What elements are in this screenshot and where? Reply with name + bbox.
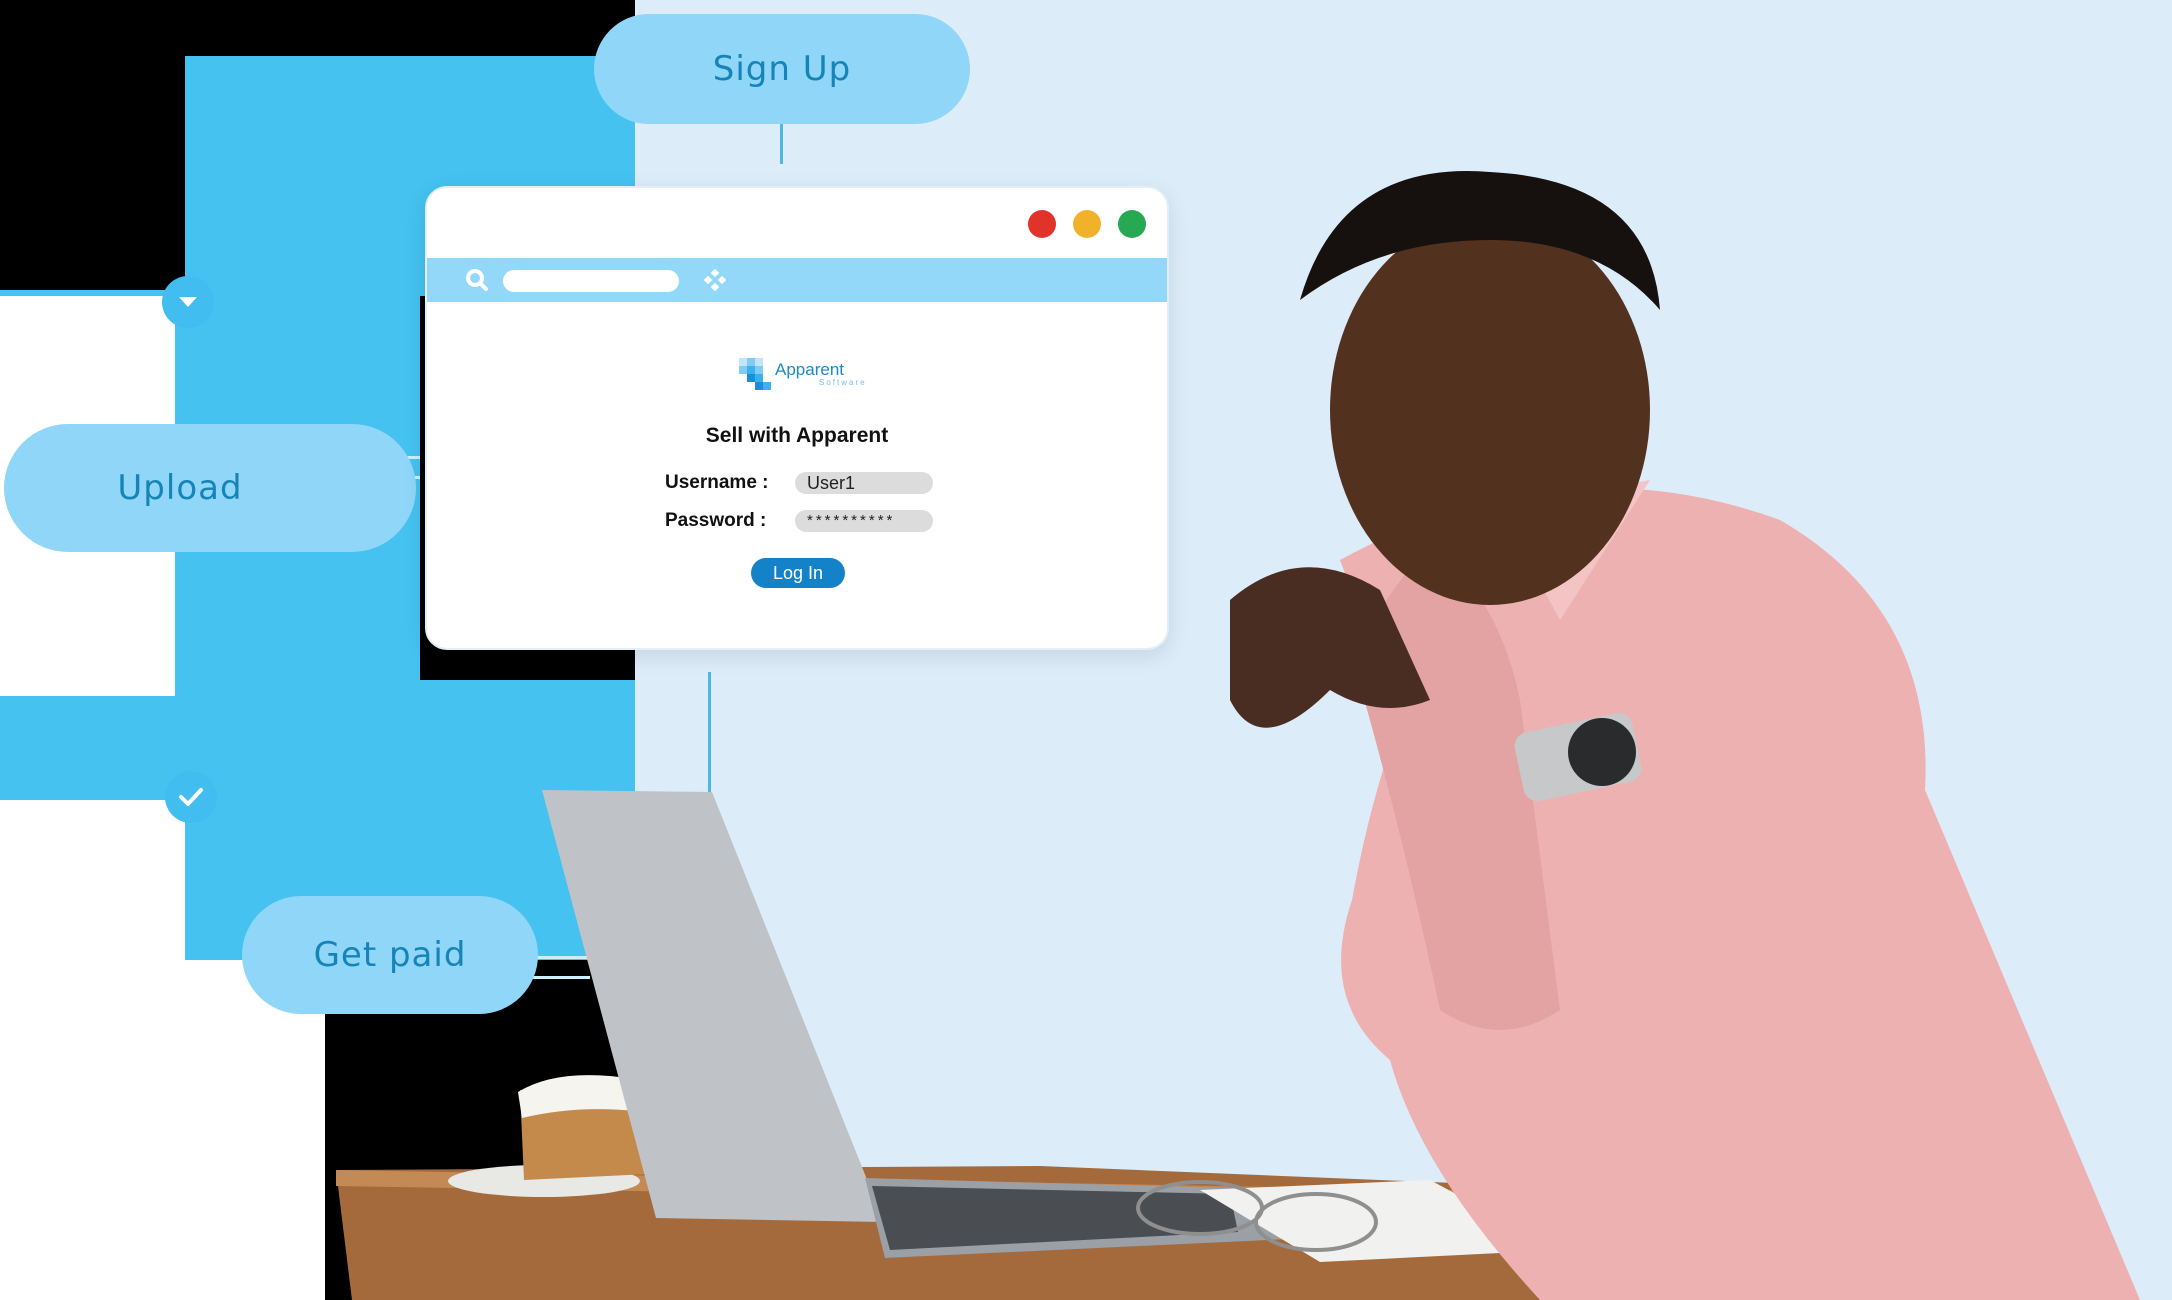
- head: [1330, 215, 1650, 605]
- photo-scene: [336, 171, 2140, 1300]
- hero-illustration: Sign Up Upload Get paid Apparent Softwar…: [0, 0, 2172, 1300]
